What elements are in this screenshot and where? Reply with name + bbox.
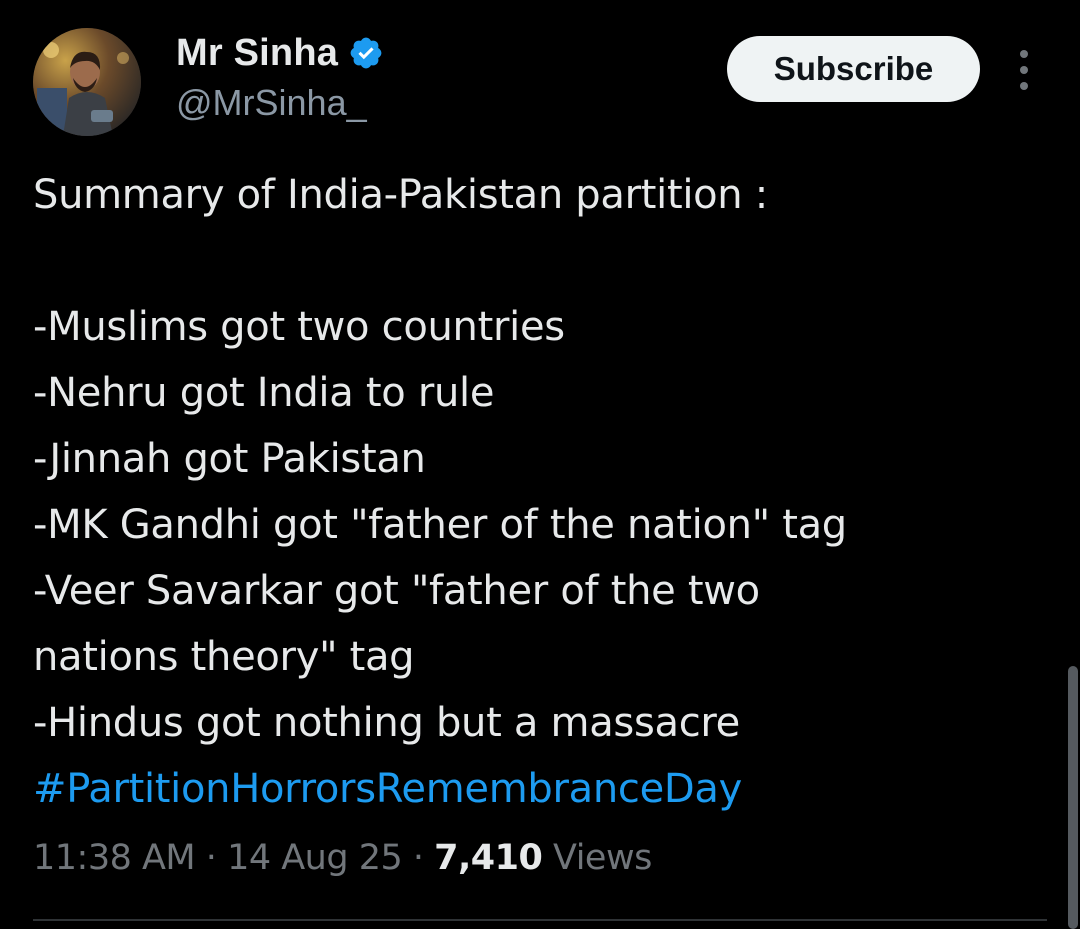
dot bbox=[1020, 50, 1028, 58]
tweet-line: -Muslims got two countries bbox=[33, 304, 565, 350]
hashtag-link[interactable]: #PartitionHorrorsRemembranceDay bbox=[33, 756, 1043, 822]
display-name[interactable]: Mr Sinha bbox=[176, 32, 338, 75]
avatar[interactable] bbox=[33, 28, 141, 136]
separator: · bbox=[412, 838, 424, 878]
tweet: Mr Sinha @MrSinha_ Subscribe Summary of … bbox=[0, 0, 1080, 929]
handle[interactable]: @MrSinha_ bbox=[176, 82, 384, 124]
verified-badge-icon[interactable] bbox=[348, 35, 384, 71]
views-label: Views bbox=[553, 838, 652, 878]
subscribe-button[interactable]: Subscribe bbox=[727, 36, 980, 102]
views-count: 7,410 bbox=[434, 838, 543, 878]
tweet-time[interactable]: 11:38 AM bbox=[33, 838, 196, 878]
tweet-line: Summary of India-Pakistan partition : bbox=[33, 172, 768, 218]
tweet-line: nations theory" tag bbox=[33, 634, 415, 680]
vertical-ellipsis-icon[interactable] bbox=[1010, 50, 1038, 90]
divider bbox=[33, 919, 1047, 921]
dot bbox=[1020, 66, 1028, 74]
separator: · bbox=[205, 838, 217, 878]
tweet-date[interactable]: 14 Aug 25 bbox=[227, 838, 403, 878]
tweet-line: -Jinnah got Pakistan bbox=[33, 436, 426, 482]
tweet-line: -Hindus got nothing but a massacre bbox=[33, 700, 740, 746]
tweet-line: -Nehru got India to rule bbox=[33, 370, 495, 416]
author-info: Mr Sinha @MrSinha_ bbox=[176, 30, 384, 124]
scrollbar[interactable] bbox=[1068, 666, 1078, 929]
tweet-line: -MK Gandhi got "father of the nation" ta… bbox=[33, 502, 847, 548]
tweet-line: -Veer Savarkar got "father of the two bbox=[33, 568, 760, 614]
dot bbox=[1020, 82, 1028, 90]
tweet-meta: 11:38 AM · 14 Aug 25 · 7,410 Views bbox=[33, 838, 652, 878]
name-row: Mr Sinha bbox=[176, 30, 384, 76]
tweet-text: Summary of India-Pakistan partition : -M… bbox=[33, 162, 1043, 822]
profile-photo-icon bbox=[33, 28, 141, 136]
